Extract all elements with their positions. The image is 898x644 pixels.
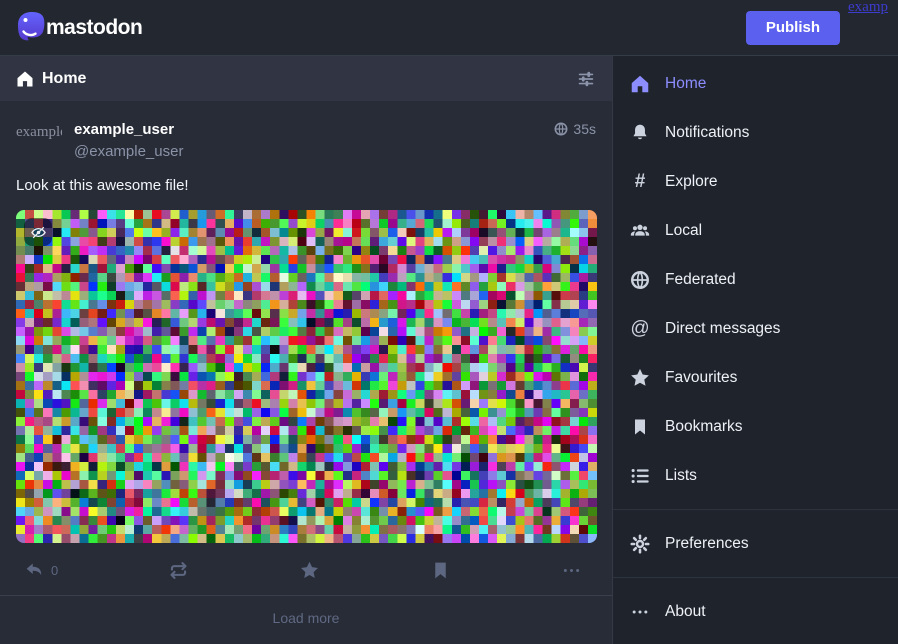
status-meta[interactable]: 35s (553, 121, 596, 163)
boost-button[interactable] (164, 556, 193, 585)
nav-label: Federated (665, 271, 736, 289)
home-column: Home example example_user @example_user (0, 56, 613, 644)
action-bar: 0 (16, 553, 596, 585)
globe-icon (628, 268, 652, 292)
account-handle: @example_user (74, 143, 553, 160)
sliders-icon[interactable] (575, 68, 597, 90)
globe-icon (553, 121, 569, 137)
noise-image[interactable] (16, 210, 597, 543)
profile-link[interactable]: examp (848, 0, 888, 16)
favourite-button[interactable] (295, 556, 324, 585)
nav-label: About (665, 603, 706, 621)
mastodon-logo[interactable]: mastodon (14, 10, 142, 46)
main-layout: Home example example_user @example_user (0, 56, 898, 644)
hide-media-button[interactable] (24, 218, 52, 246)
eye-slash-icon (30, 224, 47, 241)
column-title: Home (42, 70, 575, 88)
avatar[interactable]: example (16, 117, 62, 163)
nav-divider (613, 509, 898, 510)
boost-icon (168, 560, 189, 581)
hashtag-icon: # (628, 170, 652, 194)
bookmark-icon (430, 560, 451, 581)
bookmark-icon (628, 415, 652, 439)
nav-label: Preferences (665, 535, 749, 553)
nav-item-local[interactable]: Local (613, 206, 898, 255)
nav-label: Home (665, 75, 706, 93)
nav-item-preferences[interactable]: Preferences (613, 519, 898, 568)
list-icon (628, 464, 652, 488)
media-attachment[interactable] (16, 210, 596, 543)
star-icon (628, 366, 652, 390)
nav-label: Favourites (665, 369, 737, 387)
reply-icon (24, 560, 45, 581)
nav-item-favourites[interactable]: Favourites (613, 353, 898, 402)
nav-item-federated[interactable]: Federated (613, 255, 898, 304)
more-button[interactable] (557, 556, 586, 585)
navigation-panel: Home Notifications # Explore (613, 56, 898, 644)
gear-icon (628, 532, 652, 556)
home-icon (15, 69, 35, 89)
nav-label: Direct messages (665, 320, 780, 338)
load-more-button[interactable]: Load more (0, 595, 612, 640)
timestamp: 35s (573, 121, 596, 137)
nav-label: Bookmarks (665, 418, 743, 436)
at-icon: @ (628, 317, 652, 341)
publish-button[interactable]: Publish (746, 11, 840, 45)
ellipsis-icon (561, 560, 582, 581)
nav-item-direct-messages[interactable]: @ Direct messages (613, 304, 898, 353)
header-right: Publish examp (746, 11, 888, 45)
reply-count: 0 (51, 563, 58, 578)
ellipsis-icon (628, 600, 652, 624)
nav-item-explore[interactable]: # Explore (613, 157, 898, 206)
bell-icon (628, 121, 652, 145)
nav-label: Notifications (665, 124, 749, 142)
mastodon-elephant-icon (14, 10, 50, 46)
column-header[interactable]: Home (0, 56, 612, 101)
bookmark-button[interactable] (426, 556, 455, 585)
nav-label: Lists (665, 467, 697, 485)
reply-button[interactable]: 0 (20, 556, 62, 585)
star-icon (299, 560, 320, 581)
app-header: mastodon Publish examp (0, 0, 898, 56)
nav-divider (613, 577, 898, 578)
display-name: example_user (74, 121, 553, 138)
logo-wordmark: mastodon (46, 16, 142, 40)
nav-item-about[interactable]: About (613, 587, 898, 636)
status-text: Look at this awesome file! (16, 177, 596, 194)
status-post: example example_user @example_user 35s L… (0, 101, 612, 595)
status-header[interactable]: example example_user @example_user 35s (16, 117, 596, 163)
nav-item-notifications[interactable]: Notifications (613, 108, 898, 157)
nav-label: Local (665, 222, 702, 240)
home-icon (628, 72, 652, 96)
users-icon (628, 219, 652, 243)
nav-item-home[interactable]: Home (613, 59, 898, 108)
nav-item-bookmarks[interactable]: Bookmarks (613, 402, 898, 451)
nav-label: Explore (665, 173, 718, 191)
author-info: example_user @example_user (74, 117, 553, 163)
nav-item-lists[interactable]: Lists (613, 451, 898, 500)
